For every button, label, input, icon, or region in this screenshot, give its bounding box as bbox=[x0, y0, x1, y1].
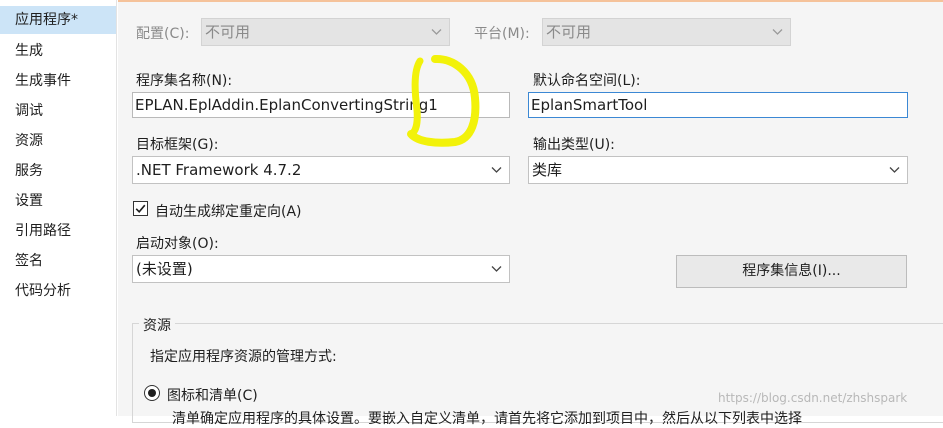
resources-group-label: 资源 bbox=[139, 315, 175, 335]
target-framework-select[interactable]: .NET Framework 4.7.2 bbox=[132, 156, 510, 184]
config-value: 不可用 bbox=[205, 23, 251, 41]
sidebar-item-label: 代码分析 bbox=[15, 283, 71, 299]
sidebar-item-label: 生成事件 bbox=[15, 73, 71, 89]
sidebar-item-services[interactable]: 服务 bbox=[0, 157, 116, 185]
output-type-select[interactable]: 类库 bbox=[528, 156, 908, 184]
manifest-help-text: 清单确定应用程序的具体设置。要嵌入自定义清单，请首先将它添加到项目中，然后从以下… bbox=[172, 411, 802, 427]
sidebar-item-label: 服务 bbox=[15, 163, 43, 179]
default-namespace-label: 默认命名空间(L): bbox=[533, 73, 641, 89]
chevron-down-icon bbox=[772, 29, 783, 35]
output-type-label: 输出类型(U): bbox=[533, 137, 615, 153]
icon-manifest-label: 图标和清单(C) bbox=[167, 388, 258, 404]
sidebar-item-label: 调试 bbox=[15, 103, 43, 119]
sidebar-item-label: 引用路径 bbox=[15, 223, 71, 239]
platform-select[interactable]: 不可用 bbox=[542, 18, 791, 46]
startup-object-select[interactable]: (未设置) bbox=[132, 255, 510, 283]
target-framework-value: .NET Framework 4.7.2 bbox=[136, 161, 302, 179]
assembly-name-label: 程序集名称(N): bbox=[136, 73, 233, 89]
sidebar-item-build[interactable]: 生成 bbox=[0, 37, 116, 65]
config-label: 配置(C): bbox=[136, 26, 190, 42]
sidebar-item-reference-paths[interactable]: 引用路径 bbox=[0, 217, 116, 245]
sidebar-item-label: 设置 bbox=[15, 193, 43, 209]
default-namespace-input[interactable]: EplanSmartTool bbox=[528, 92, 908, 118]
sidebar-item-signing[interactable]: 签名 bbox=[0, 247, 116, 275]
sidebar-item-code-analysis[interactable]: 代码分析 bbox=[0, 277, 116, 305]
sidebar-nav: 应用程序* 生成 生成事件 调试 资源 服务 设置 引用路径 签名 代码分析 bbox=[0, 0, 117, 416]
yellow-annotation-circle-icon bbox=[407, 54, 480, 147]
chevron-down-icon bbox=[431, 29, 442, 35]
sidebar-item-label: 资源 bbox=[15, 133, 43, 149]
chevron-down-icon bbox=[491, 266, 502, 272]
checkmark-icon bbox=[135, 204, 146, 213]
assembly-info-button[interactable]: 程序集信息(I)... bbox=[676, 255, 907, 288]
chevron-down-icon bbox=[491, 167, 502, 173]
platform-label: 平台(M): bbox=[474, 26, 530, 42]
sidebar-item-debug[interactable]: 调试 bbox=[0, 97, 116, 125]
sidebar-item-resources[interactable]: 资源 bbox=[0, 127, 116, 155]
sidebar-item-application[interactable]: 应用程序* bbox=[0, 6, 116, 34]
resources-description: 指定应用程序资源的管理方式: bbox=[150, 349, 337, 365]
config-select[interactable]: 不可用 bbox=[201, 18, 450, 46]
sidebar-item-label: 签名 bbox=[15, 253, 43, 269]
sidebar-item-build-events[interactable]: 生成事件 bbox=[0, 67, 116, 95]
radio-selected-dot bbox=[148, 389, 156, 397]
platform-value: 不可用 bbox=[546, 23, 592, 41]
watermark-text: https://blog.csdn.net/zhshspark bbox=[718, 391, 908, 405]
target-framework-label: 目标框架(G): bbox=[136, 137, 219, 153]
sidebar-item-label: 生成 bbox=[15, 43, 43, 59]
chevron-down-icon bbox=[889, 167, 900, 173]
icon-manifest-radio[interactable] bbox=[144, 385, 160, 401]
tab-accent-line bbox=[118, 0, 943, 2]
auto-binding-checkbox[interactable] bbox=[133, 201, 148, 216]
startup-object-label: 启动对象(O): bbox=[136, 236, 219, 252]
sidebar-item-settings[interactable]: 设置 bbox=[0, 187, 116, 215]
sidebar-item-label: 应用程序* bbox=[15, 12, 78, 28]
startup-object-value: (未设置) bbox=[136, 260, 193, 278]
output-type-value: 类库 bbox=[532, 161, 563, 179]
auto-binding-label: 自动生成绑定重定向(A) bbox=[155, 204, 302, 220]
